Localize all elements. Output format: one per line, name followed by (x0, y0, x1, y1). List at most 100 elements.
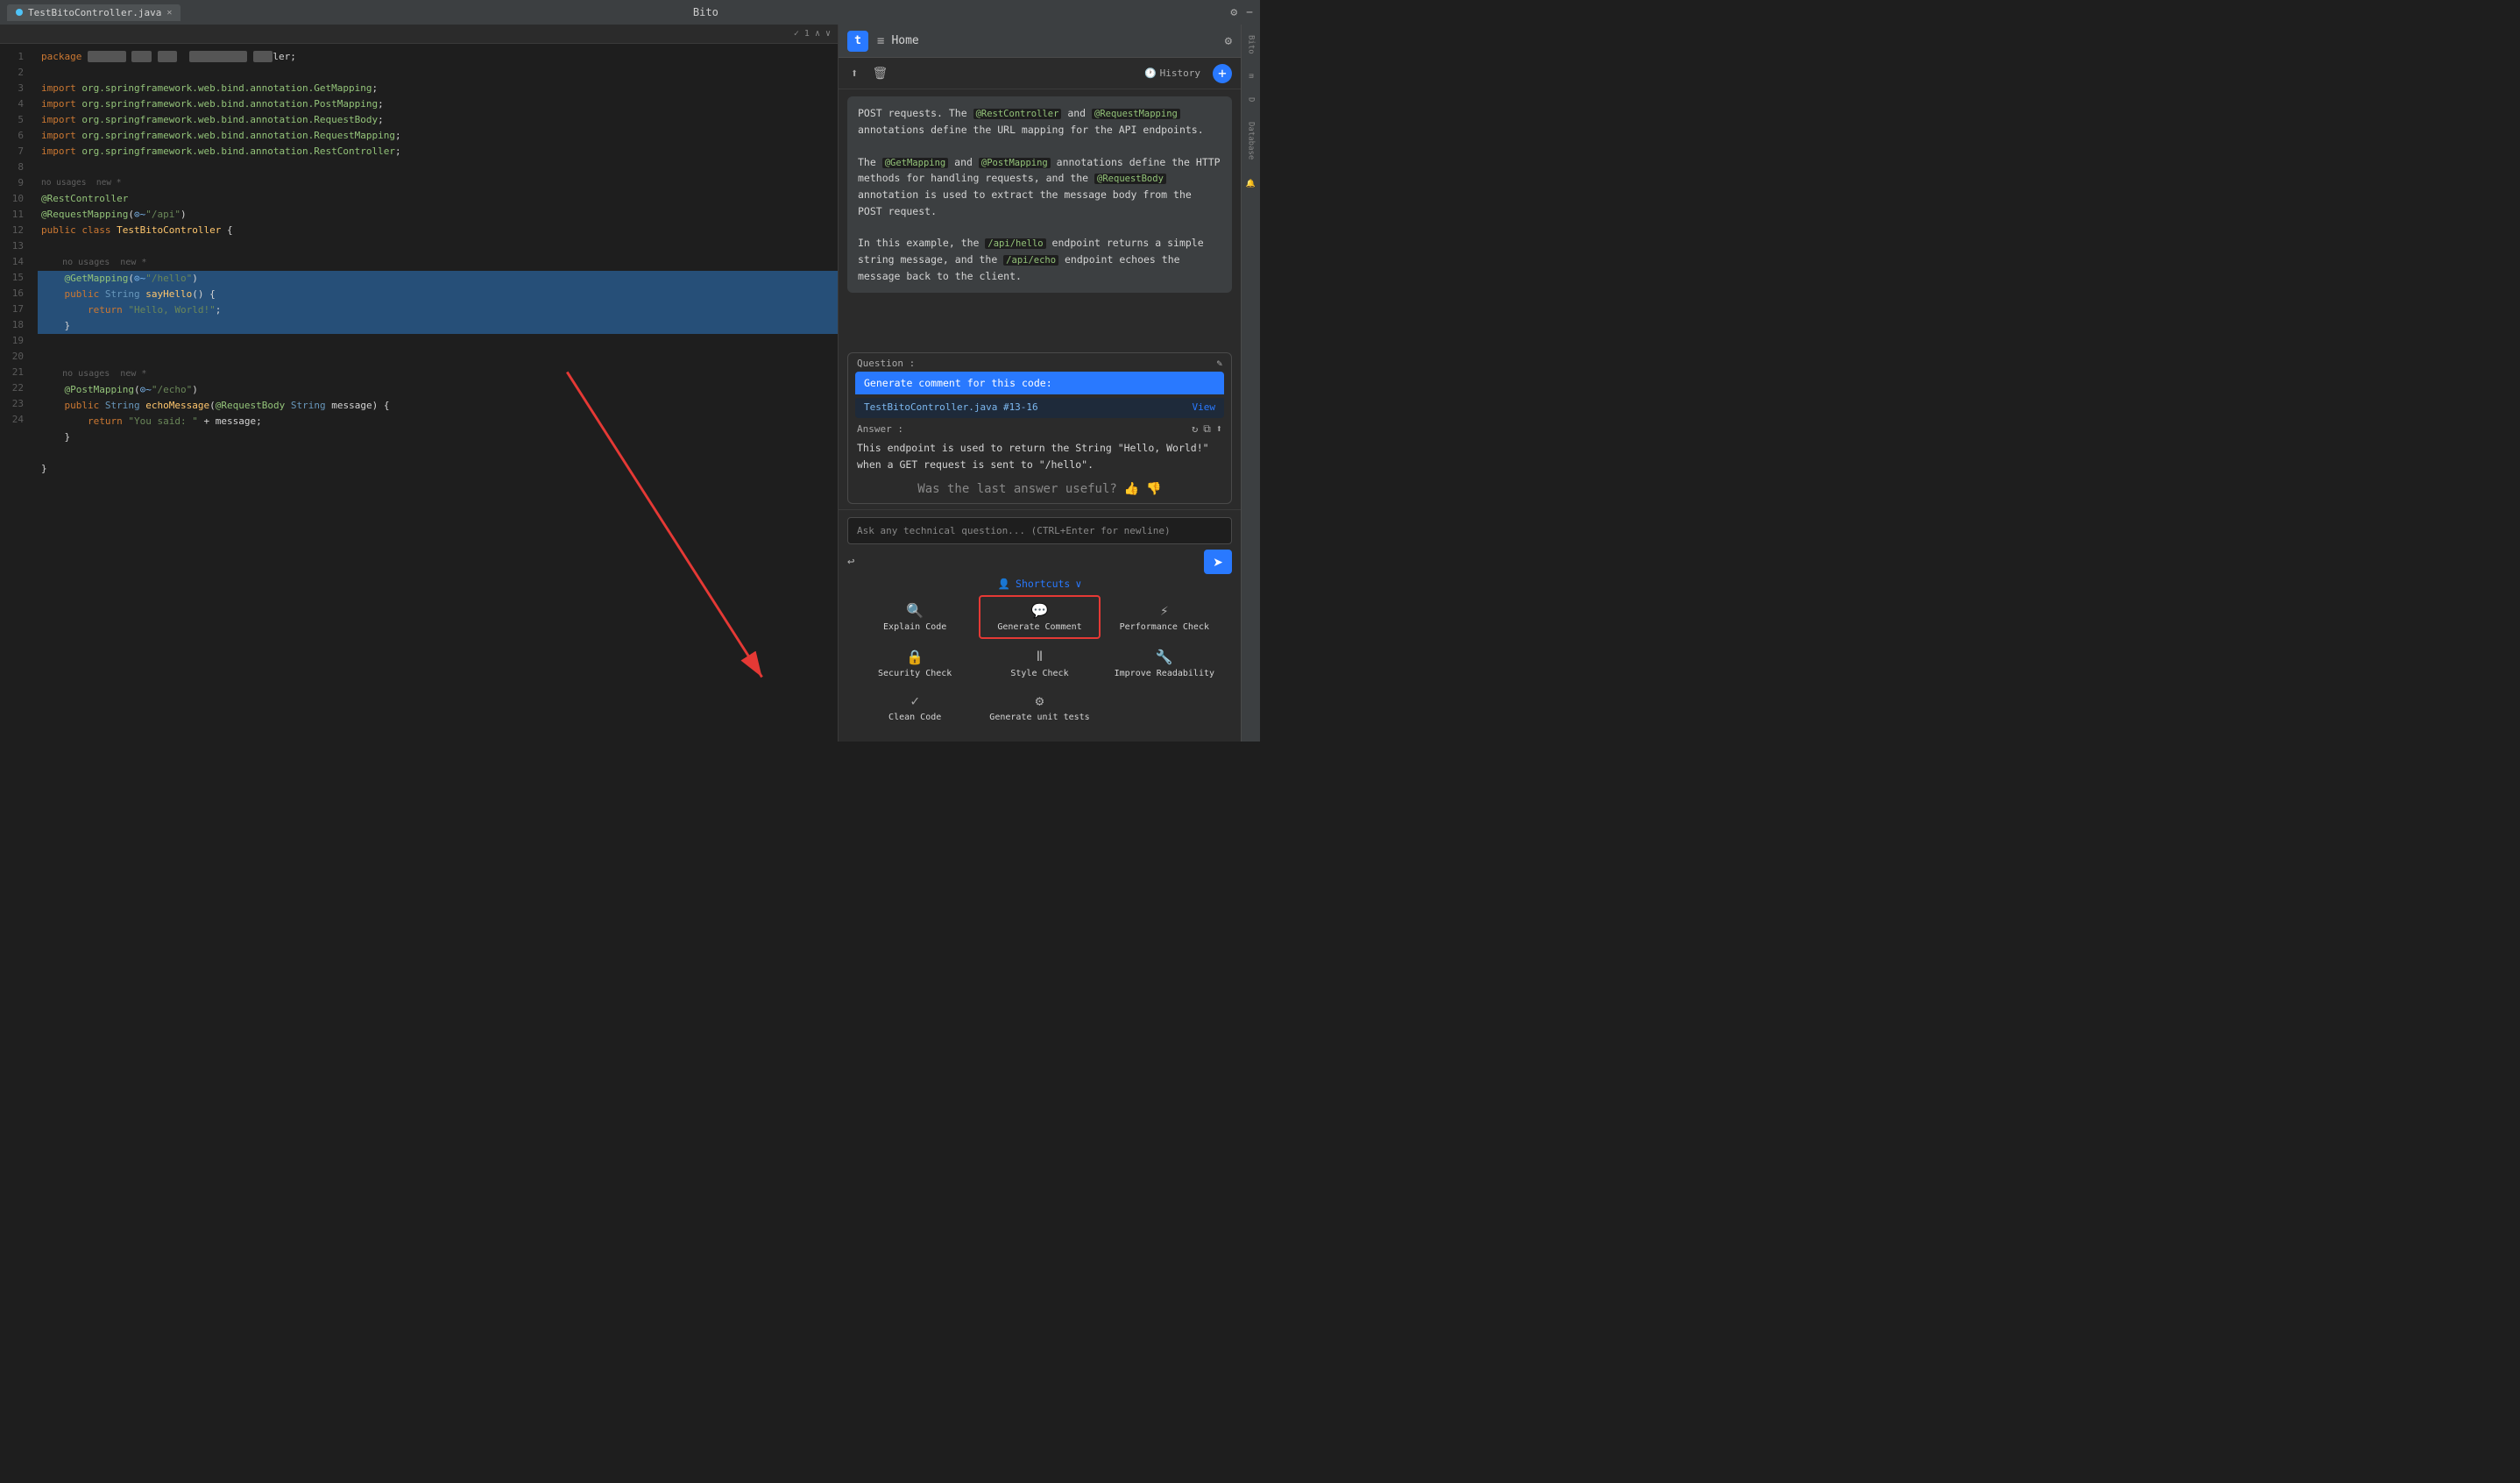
tab-dot (16, 9, 23, 16)
side-notifications-icon[interactable]: 🔔 (1247, 175, 1256, 192)
shortcut-security-check[interactable]: 🔒 Security Check (854, 642, 975, 684)
thumbs-up-icon[interactable]: 👍 (1124, 482, 1139, 496)
code-line-15: return "Hello, World!"; (38, 302, 838, 318)
shortcut-performance-check[interactable]: ⚡ Performance Check (1104, 595, 1225, 639)
bito-logo: t (847, 31, 868, 52)
line-numbers: 12345 678910 1112131415 1617181920 21222… (0, 44, 31, 482)
editor-tab[interactable]: TestBitoController.java ✕ (7, 4, 181, 21)
clean-code-icon: ✓ (910, 692, 919, 709)
side-d-icon[interactable]: D (1247, 94, 1256, 105)
answer-share-icon[interactable]: ⬆ (1216, 422, 1222, 436)
performance-check-icon: ⚡ (1160, 602, 1169, 619)
code-line-3: import org.springframework.web.bind.anno… (38, 81, 838, 96)
feedback-row: Was the last answer useful? 👍 👎 (848, 477, 1231, 503)
shortcut-improve-readability[interactable]: 🔧 Improve Readability (1104, 642, 1225, 684)
code-line-8 (38, 160, 838, 175)
generate-unit-tests-label: Generate unit tests (989, 713, 1089, 722)
code-line-12-hint: no usages new * (38, 254, 838, 271)
editor-content: 12345 678910 1112131415 1617181920 21222… (0, 44, 838, 482)
code-line-9: no usages new * (38, 175, 838, 191)
code-line-6: import org.springframework.web.bind.anno… (38, 128, 838, 144)
side-bito-icon[interactable]: Bito (1247, 32, 1256, 58)
style-check-label: Style Check (1010, 669, 1068, 678)
view-link[interactable]: View (1193, 401, 1216, 413)
code-line-12 (38, 238, 838, 254)
chat-text-1: POST requests. The @RestController and @… (858, 107, 1204, 136)
question-text: Generate comment for this code: (855, 372, 1224, 394)
history-clock-icon: 🕐 (1144, 67, 1157, 79)
main-layout: ✓ 1 ∧ ∨ 12345 678910 1112131415 16171819… (0, 25, 1260, 742)
code-line-18 (38, 350, 838, 365)
undo-button[interactable]: ↩ (847, 555, 854, 569)
answer-label: Answer : (857, 423, 903, 435)
shortcuts-header: 👤 Shortcuts ∨ (847, 574, 1232, 595)
home-label: Home (891, 34, 918, 47)
shortcut-clean-code[interactable]: ✓ Clean Code (854, 687, 975, 727)
shortcut-generate-unit-tests[interactable]: ⚙ Generate unit tests (979, 687, 1100, 727)
input-area: Ask any technical question... (CTRL+Ente… (839, 509, 1241, 742)
code-line-9b: @RestController (38, 191, 838, 207)
bito-panel: t ≡ Home ⚙ ⬆ 🗑 🕐 History + POST requests… (838, 25, 1241, 742)
check-count: ✓ 1 (794, 29, 810, 39)
code-line-4: import org.springframework.web.bind.anno… (38, 96, 838, 112)
code-line-24: } (38, 461, 838, 477)
question-file-ref: TestBitoController.java #13-16 View (855, 398, 1224, 418)
qa-section: Question : ✎ Generate comment for this c… (847, 352, 1232, 504)
code-editor: ✓ 1 ∧ ∨ 12345 678910 1112131415 16171819… (0, 25, 838, 482)
input-actions: ↩ ➤ (847, 550, 1232, 574)
shortcut-style-check[interactable]: Ⅱ Style Check (979, 642, 1100, 684)
title-bar-left: TestBitoController.java ✕ (7, 4, 181, 21)
shortcut-generate-comment[interactable]: 💬 Generate Comment (979, 595, 1100, 639)
generate-comment-label: Generate Comment (997, 622, 1081, 632)
minimize-icon[interactable]: − (1246, 6, 1253, 19)
answer-icons: ↻ ⧉ ⬆ (1192, 422, 1222, 436)
tab-close[interactable]: ✕ (166, 8, 172, 18)
send-button[interactable]: ➤ (1204, 550, 1232, 574)
performance-check-label: Performance Check (1120, 622, 1209, 632)
code-line-11: public class TestBitoController { (38, 223, 838, 238)
send-icon: ➤ (1213, 555, 1223, 570)
home-menu-icon: ≡ (877, 34, 884, 48)
bito-toolbar: ⬆ 🗑 🕐 History + (839, 58, 1241, 89)
editor-toolbar: ✓ 1 ∧ ∨ (0, 25, 838, 44)
code-line-22: } (38, 429, 838, 445)
bito-home[interactable]: ≡ Home (877, 34, 1225, 48)
arrow-down-icon[interactable]: ∨ (825, 29, 831, 39)
share-icon[interactable]: ⬆ (847, 65, 861, 82)
delete-icon[interactable]: 🗑 (868, 65, 891, 82)
shortcuts-chevron[interactable]: ∨ (1075, 578, 1081, 590)
history-label: History (1160, 67, 1200, 79)
bito-gear-icon[interactable]: ⚙ (1225, 34, 1232, 48)
code-line-7: import org.springframework.web.bind.anno… (38, 144, 838, 160)
code-line-17 (38, 334, 838, 350)
explain-code-label: Explain Code (883, 622, 946, 632)
title-bar: TestBitoController.java ✕ Bito ⚙ − (0, 0, 1260, 25)
thumbs-down-icon[interactable]: 👎 (1146, 482, 1161, 496)
refresh-icon[interactable]: ↻ (1192, 422, 1198, 436)
side-database-icon[interactable]: Database (1247, 118, 1256, 163)
security-check-icon: 🔒 (906, 649, 924, 665)
arrow-up-icon[interactable]: ∧ (815, 29, 820, 39)
file-reference: TestBitoController.java #13-16 (864, 401, 1038, 413)
side-m-icon[interactable]: m (1247, 70, 1256, 82)
style-check-icon: Ⅱ (1037, 648, 1044, 665)
chat-input-placeholder[interactable]: Ask any technical question... (CTRL+Ente… (847, 517, 1232, 544)
settings-icon[interactable]: ⚙ (1230, 6, 1237, 19)
history-button[interactable]: 🕐 History (1144, 67, 1200, 79)
code-content: package ler; import org.springframework.… (31, 44, 838, 482)
code-line-19: @PostMapping(⊙~"/echo") (38, 382, 838, 398)
question-label: Question : (857, 358, 915, 369)
chat-text-3: In this example, the /api/hello endpoint… (858, 237, 1204, 282)
chat-bubble: POST requests. The @RestController and @… (847, 96, 1232, 293)
code-line-18b: no usages new * (38, 365, 838, 382)
code-line-21: return "You said: " + message; (38, 414, 838, 429)
question-edit-icon[interactable]: ✎ (1216, 358, 1222, 369)
chat-area[interactable]: POST requests. The @RestController and @… (839, 89, 1241, 347)
shortcut-explain-code[interactable]: 🔍 Explain Code (854, 595, 975, 639)
code-line-1: package ler; (38, 49, 838, 65)
new-chat-button[interactable]: + (1213, 64, 1232, 83)
chat-text-2: The @GetMapping and @PostMapping annotat… (858, 156, 1221, 217)
copy-icon[interactable]: ⧉ (1203, 422, 1211, 436)
code-line-14: public String sayHello() { (38, 287, 838, 302)
explain-code-icon: 🔍 (906, 602, 924, 619)
